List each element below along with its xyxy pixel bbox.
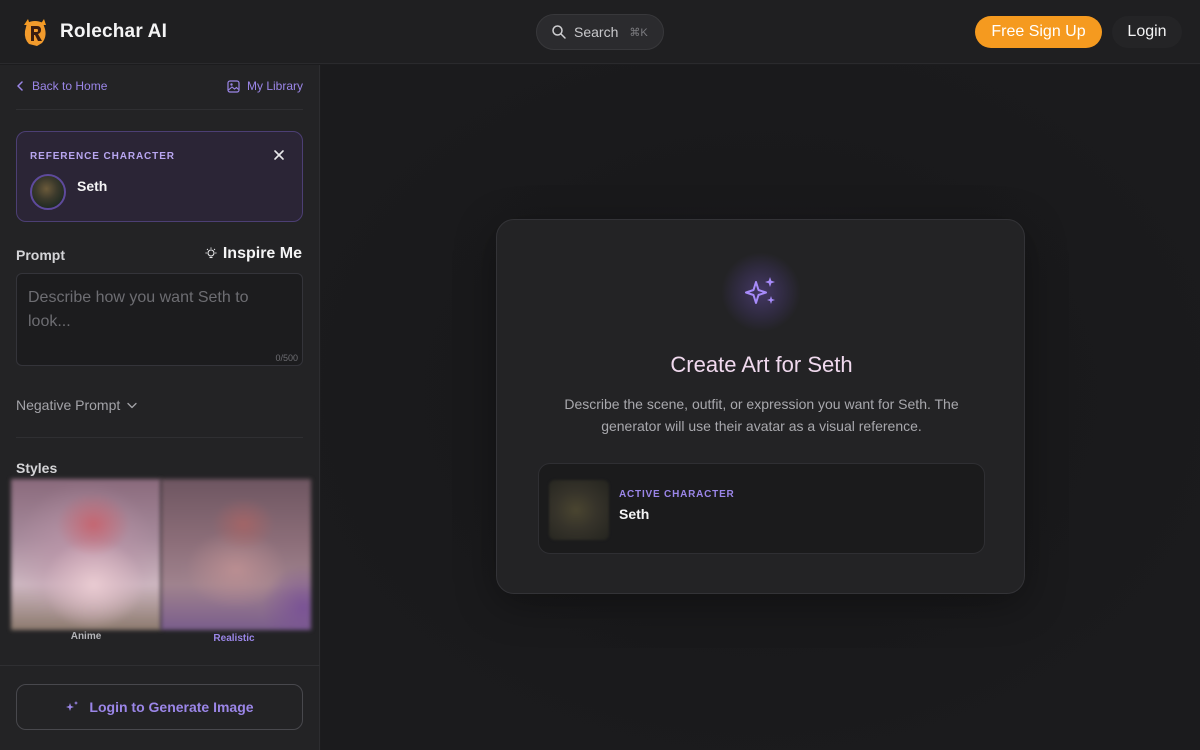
search-icon bbox=[552, 25, 566, 39]
reference-character-name: Seth bbox=[77, 178, 108, 194]
style-thumbnail-anime[interactable] bbox=[11, 479, 161, 630]
style-label-anime: Anime bbox=[70, 631, 102, 642]
prompt-label: Prompt bbox=[16, 247, 65, 263]
reference-character-label: REFERENCE CHARACTER bbox=[30, 151, 175, 162]
divider bbox=[0, 665, 320, 666]
style-thumbnail-realistic[interactable] bbox=[161, 479, 311, 630]
sparkles-icon bbox=[745, 277, 775, 304]
back-to-home-label: Back to Home bbox=[32, 79, 108, 93]
reference-character-card: REFERENCE CHARACTER Seth bbox=[16, 131, 303, 222]
sparkles-icon bbox=[66, 701, 79, 711]
styles-label: Styles bbox=[16, 460, 58, 476]
lightbulb-icon bbox=[205, 247, 217, 259]
chevron-down-icon bbox=[127, 402, 137, 408]
active-character-name: Seth bbox=[619, 506, 650, 522]
free-sign-up-button[interactable]: Free Sign Up bbox=[975, 16, 1102, 48]
active-character-thumbnail bbox=[549, 480, 609, 540]
my-library-label: My Library bbox=[246, 79, 303, 93]
logo-icon bbox=[24, 19, 46, 46]
sidebar: Back to Home My Library REFERENCE CHARAC… bbox=[0, 65, 320, 750]
negative-prompt-label: Negative Prompt bbox=[16, 397, 121, 413]
login-to-generate-label: Login to Generate Image bbox=[89, 699, 254, 715]
divider bbox=[16, 437, 303, 438]
style-label-realistic: Realistic bbox=[213, 633, 255, 644]
brand-name: Rolechar AI bbox=[60, 21, 168, 42]
login-to-generate-button[interactable]: Login to Generate Image bbox=[16, 684, 303, 730]
search-label: Search bbox=[574, 24, 619, 40]
prompt-textarea[interactable]: Describe how you want Seth to look... 0/… bbox=[16, 273, 303, 366]
active-character-label: ACTIVE CHARACTER bbox=[619, 489, 735, 500]
sidebar-nav: Back to Home My Library bbox=[16, 79, 303, 97]
close-icon[interactable] bbox=[272, 148, 286, 162]
create-art-card: Create Art for Seth Describe the scene, … bbox=[496, 219, 1025, 594]
active-character-card: ACTIVE CHARACTER Seth bbox=[538, 463, 985, 554]
back-to-home-link[interactable]: Back to Home bbox=[16, 79, 107, 93]
image-icon bbox=[227, 79, 240, 93]
search-button[interactable]: Search ⌘K bbox=[536, 14, 664, 50]
avatar bbox=[30, 174, 66, 210]
negative-prompt-toggle[interactable]: Negative Prompt bbox=[16, 397, 137, 413]
my-library-link[interactable]: My Library bbox=[227, 79, 303, 93]
top-bar: Rolechar AI Search ⌘K Free Sign Up Login bbox=[0, 0, 1200, 64]
prompt-character-count: 0/500 bbox=[275, 353, 298, 363]
page-description: Describe the scene, outfit, or expressio… bbox=[564, 396, 959, 434]
brand[interactable]: Rolechar AI bbox=[20, 16, 167, 48]
search-shortcut: ⌘K bbox=[629, 26, 648, 39]
login-button[interactable]: Login bbox=[1112, 16, 1182, 48]
inspire-me-button[interactable]: Inspire Me bbox=[204, 245, 302, 263]
inspire-me-label: Inspire Me bbox=[222, 245, 302, 262]
chevron-left-icon bbox=[17, 81, 23, 91]
sparkle-glow bbox=[721, 252, 801, 332]
page-title: Create Art for Seth bbox=[670, 352, 853, 377]
prompt-placeholder: Describe how you want Seth to look... bbox=[28, 289, 249, 330]
divider bbox=[16, 109, 303, 110]
main-area: Create Art for Seth Describe the scene, … bbox=[321, 65, 1200, 750]
